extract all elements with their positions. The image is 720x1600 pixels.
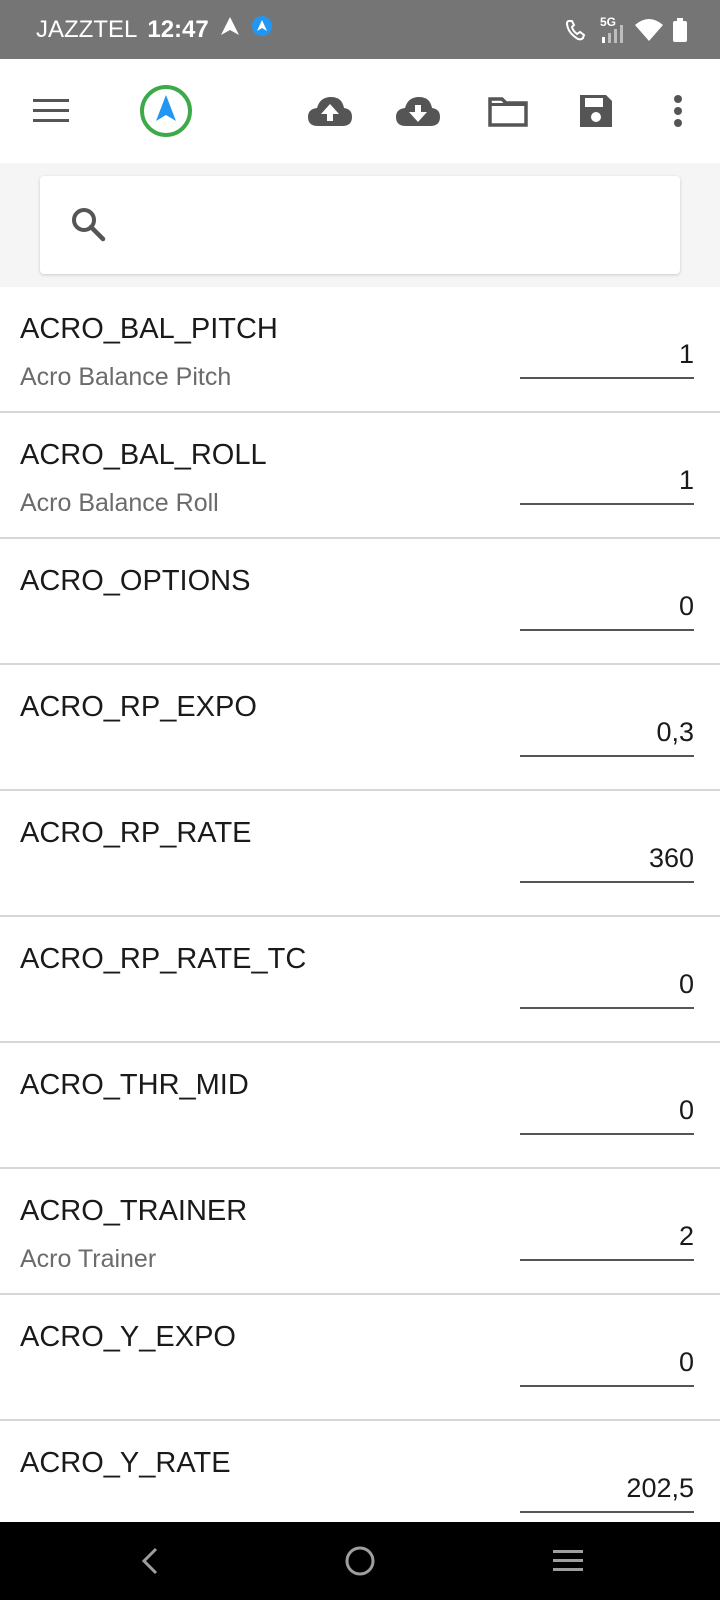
back-chevron-icon <box>141 1547 158 1575</box>
download-button[interactable] <box>388 59 448 163</box>
param-value-field[interactable] <box>520 1465 694 1513</box>
list-item[interactable]: ACRO_RP_RATE <box>0 791 720 917</box>
param-value-field[interactable] <box>520 331 694 379</box>
list-item[interactable]: ACRO_THR_MID <box>0 1043 720 1169</box>
param-name: ACRO_Y_RATE <box>20 1447 231 1479</box>
param-value-field[interactable] <box>520 583 694 631</box>
back-button[interactable] <box>110 1522 190 1600</box>
toolbar <box>0 59 720 163</box>
param-description: Acro Balance Roll <box>20 489 219 517</box>
param-name: ACRO_BAL_ROLL <box>20 439 267 471</box>
param-description: Acro Trainer <box>20 1245 157 1273</box>
navigation-status-icon <box>219 15 241 44</box>
list-item[interactable]: ACRO_RP_EXPO <box>0 665 720 791</box>
status-right: 5G <box>564 0 688 59</box>
battery-icon <box>672 17 688 43</box>
search-area <box>0 163 720 287</box>
search-box[interactable] <box>40 176 680 274</box>
wifi-icon <box>634 17 664 43</box>
system-nav-bar <box>0 1522 720 1600</box>
save-disk-icon <box>580 95 612 127</box>
status-time: 12:47 <box>147 15 209 43</box>
param-name: ACRO_THR_MID <box>20 1069 249 1101</box>
param-name: ACRO_RP_RATE_TC <box>20 943 307 975</box>
list-item[interactable]: ACRO_TRAINER Acro Trainer <box>0 1169 720 1295</box>
home-button[interactable] <box>320 1522 400 1600</box>
param-name: ACRO_BAL_PITCH <box>20 313 278 345</box>
param-name: ACRO_RP_EXPO <box>20 691 257 723</box>
list-item[interactable]: ACRO_OPTIONS <box>0 539 720 665</box>
param-value-field[interactable] <box>520 961 694 1009</box>
search-input[interactable] <box>140 196 660 254</box>
cloud-upload-icon <box>308 97 352 126</box>
param-value-field[interactable] <box>520 709 694 757</box>
search-icon <box>72 208 106 242</box>
list-item[interactable]: ACRO_BAL_PITCH Acro Balance Pitch <box>0 287 720 413</box>
param-name: ACRO_Y_EXPO <box>20 1321 236 1353</box>
upload-button[interactable] <box>300 59 360 163</box>
param-value-field[interactable] <box>520 1213 694 1261</box>
folder-icon <box>488 97 528 127</box>
more-options-button[interactable] <box>648 59 708 163</box>
recents-button[interactable] <box>528 1522 608 1600</box>
param-name: ACRO_OPTIONS <box>20 565 251 597</box>
list-item[interactable]: ACRO_RP_RATE_TC <box>0 917 720 1043</box>
menu-button[interactable] <box>22 59 82 163</box>
cloud-download-icon <box>396 97 440 126</box>
app-status-icon <box>251 15 273 44</box>
status-bar: JAZZTEL 12:47 5G <box>0 0 720 59</box>
param-value-field[interactable] <box>520 835 694 883</box>
open-folder-button[interactable] <box>478 59 538 163</box>
home-circle-icon <box>345 1546 375 1576</box>
save-button[interactable] <box>566 59 626 163</box>
list-item[interactable]: ACRO_Y_EXPO <box>0 1295 720 1421</box>
parameter-list: ACRO_BAL_PITCH Acro Balance Pitch ACRO_B… <box>0 287 720 1547</box>
param-value-field[interactable] <box>520 1087 694 1135</box>
param-name: ACRO_RP_RATE <box>20 817 252 849</box>
app-logo[interactable] <box>136 59 196 163</box>
param-value-field[interactable] <box>520 1339 694 1387</box>
param-description: Acro Balance Pitch <box>20 363 232 391</box>
more-vertical-icon <box>674 95 682 127</box>
signal-5g-icon: 5G <box>598 15 626 45</box>
carrier-label: JAZZTEL <box>36 15 138 43</box>
param-value-field[interactable] <box>520 457 694 505</box>
wifi-calling-icon <box>564 17 590 43</box>
param-name: ACRO_TRAINER <box>20 1195 248 1227</box>
status-left: JAZZTEL 12:47 <box>36 0 273 59</box>
navigation-arrow-logo-icon <box>140 85 192 137</box>
list-item[interactable]: ACRO_BAL_ROLL Acro Balance Roll <box>0 413 720 539</box>
hamburger-menu-icon <box>33 99 69 122</box>
recents-menu-icon <box>553 1550 583 1571</box>
